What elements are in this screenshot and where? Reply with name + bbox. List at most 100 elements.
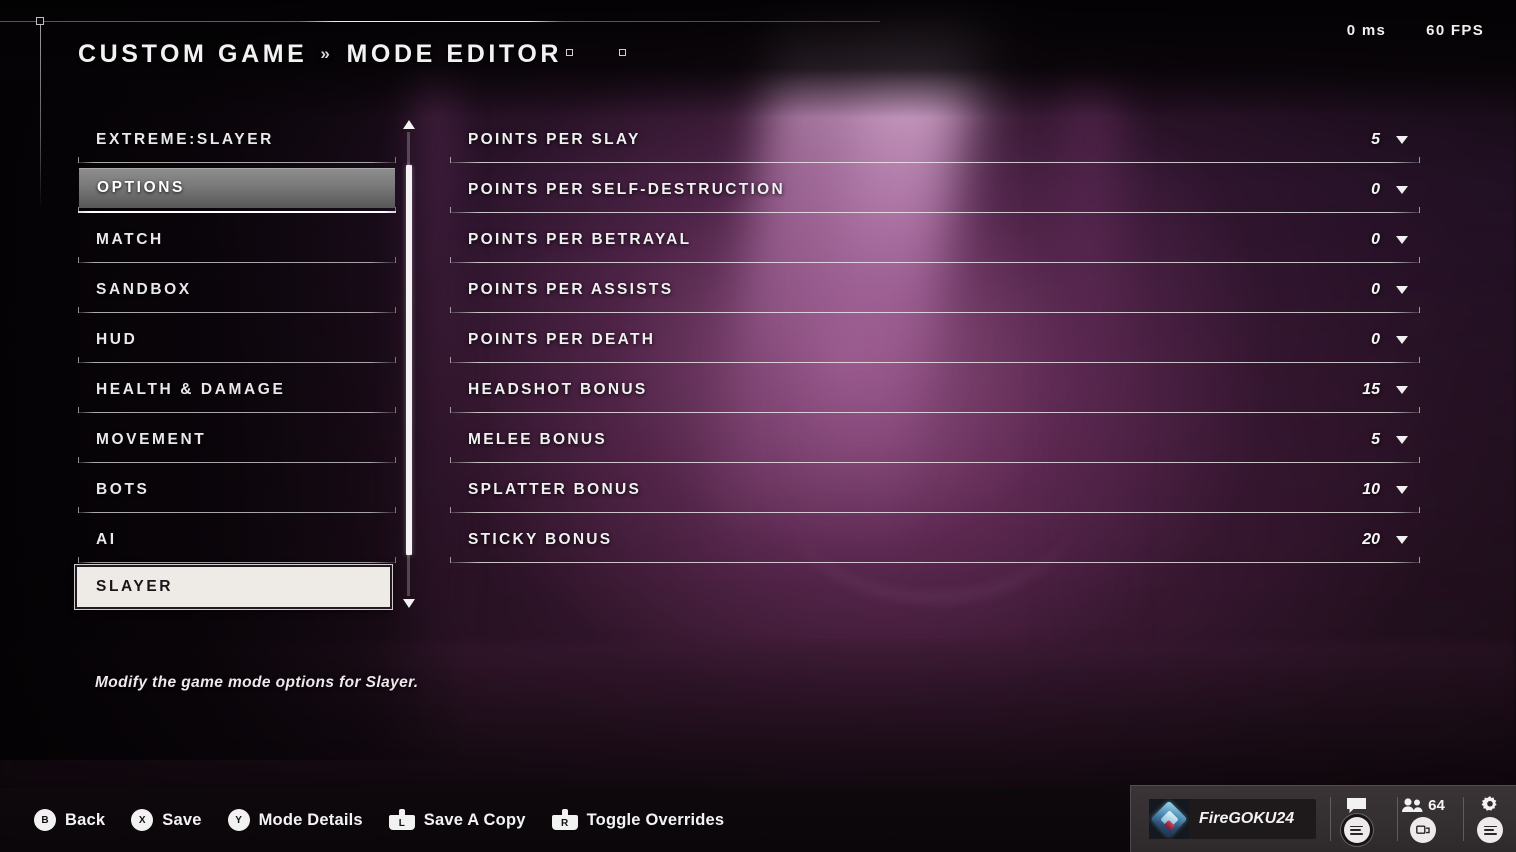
sidebar-item-hud[interactable]: HUD	[78, 318, 396, 368]
roster-icon	[1416, 825, 1431, 834]
option-row-melee-bonus[interactable]: MELEE BONUS 5	[450, 418, 1420, 468]
scroll-down-arrow-icon[interactable]	[403, 599, 415, 608]
sidebar-item-sandbox[interactable]: SANDBOX	[78, 268, 396, 318]
option-row-headshot-bonus[interactable]: HEADSHOT BONUS 15	[450, 368, 1420, 418]
sidebar-item-divider	[78, 507, 396, 513]
gamertag: FireGOKU24	[1199, 810, 1295, 827]
page-indicator-square-2	[619, 49, 626, 56]
sidebar-item-options[interactable]: OPTIONS	[78, 168, 396, 218]
sidebar-scrollbar[interactable]	[402, 120, 416, 608]
option-row-sticky-bonus[interactable]: STICKY BONUS 20	[450, 518, 1420, 568]
button-b-icon: B	[34, 809, 56, 831]
action-toggle-overrides[interactable]: R Toggle Overrides	[551, 809, 725, 831]
sidebar-item-divider	[78, 357, 396, 363]
options-list[interactable]: POINTS PER SLAY 5 POINTS PER SELF-DESTRU…	[450, 118, 1420, 568]
sidebar-item-label: MATCH	[96, 231, 164, 248]
breadcrumb-root[interactable]: CUSTOM GAME	[78, 40, 307, 69]
action-label: Toggle Overrides	[586, 810, 725, 829]
option-label: POINTS PER SELF-DESTRUCTION	[468, 181, 786, 198]
sidebar-item-label: MOVEMENT	[96, 431, 207, 448]
sidebar-item-label: OPTIONS	[97, 179, 185, 196]
chat-icon	[1347, 795, 1367, 815]
option-divider	[450, 457, 1420, 463]
friends-cell[interactable]: 64	[1398, 795, 1450, 843]
sidebar-item-extreme-slayer[interactable]: EXTREME:SLAYER	[78, 118, 396, 168]
option-label: POINTS PER DEATH	[468, 331, 656, 348]
action-label: Save	[162, 810, 202, 829]
latency-value: 0 ms	[1346, 22, 1387, 39]
header-page-indicators	[566, 49, 626, 56]
sidebar-item-divider	[78, 207, 396, 213]
category-description: Modify the game mode options for Slayer.	[95, 674, 419, 691]
action-save-a-copy[interactable]: L Save A Copy	[388, 809, 526, 831]
option-row-points-per-betrayal[interactable]: POINTS PER BETRAYAL 0	[450, 218, 1420, 268]
button-prompts: B Back X Save Y Mode Details L Save A Co…	[0, 809, 724, 831]
option-divider	[450, 557, 1420, 563]
sidebar-item-label: SLAYER	[96, 578, 174, 595]
breadcrumb-separator-icon: »	[320, 43, 334, 63]
header-vertical-rule	[40, 21, 41, 206]
trigger-cap-label: R	[551, 815, 578, 830]
option-divider	[450, 157, 1420, 163]
option-value: 15	[1362, 381, 1380, 398]
sidebar-item-movement[interactable]: MOVEMENT	[78, 418, 396, 468]
option-row-splatter-bonus[interactable]: SPLATTER BONUS 10	[450, 468, 1420, 518]
trigger-l-icon: L	[388, 809, 415, 831]
chevron-down-icon[interactable]	[1396, 186, 1408, 194]
sidebar-item-bots[interactable]: BOTS	[78, 468, 396, 518]
chevron-down-icon[interactable]	[1396, 436, 1408, 444]
chevron-down-icon[interactable]	[1396, 386, 1408, 394]
friends-icon	[1402, 798, 1423, 812]
settings-cell[interactable]	[1464, 795, 1516, 843]
option-value: 20	[1362, 531, 1380, 548]
friends-group: 64	[1402, 795, 1445, 815]
framerate-value: 60 FPS	[1426, 22, 1484, 39]
option-divider	[450, 357, 1420, 363]
option-row-points-per-assists[interactable]: POINTS PER ASSISTS 0	[450, 268, 1420, 318]
sidebar-item-divider	[78, 557, 396, 563]
sidebar-item-label: HEALTH & DAMAGE	[96, 381, 286, 398]
scroll-up-arrow-icon[interactable]	[403, 120, 415, 129]
sidebar-item-label: EXTREME:SLAYER	[96, 131, 274, 148]
chevron-down-icon[interactable]	[1396, 536, 1408, 544]
sidebar-item-slayer[interactable]: SLAYER	[75, 565, 396, 620]
sidebar-item-ai[interactable]: AI	[78, 518, 396, 568]
option-row-points-per-self-destruction[interactable]: POINTS PER SELF-DESTRUCTION 0	[450, 168, 1420, 218]
page-indicator-square-1	[566, 49, 573, 56]
player-identity[interactable]: FireGOKU24	[1149, 799, 1317, 839]
header: CUSTOM GAME » MODE EDITOR 0 ms 60 FPS	[0, 0, 1516, 206]
chevron-down-icon[interactable]	[1396, 486, 1408, 494]
chat-menu-button[interactable]	[1343, 817, 1370, 843]
sidebar-item-match[interactable]: MATCH	[78, 218, 396, 268]
option-row-points-per-slay[interactable]: POINTS PER SLAY 5	[450, 118, 1420, 168]
roster-button[interactable]	[1410, 817, 1437, 843]
option-label: HEADSHOT BONUS	[468, 381, 648, 398]
player-card[interactable]: FireGOKU24 64	[1130, 785, 1516, 852]
sidebar-item-divider	[78, 407, 396, 413]
chevron-down-icon[interactable]	[1396, 236, 1408, 244]
scrollbar-thumb[interactable]	[405, 165, 412, 555]
button-y-icon: Y	[227, 809, 250, 831]
header-corner-node	[36, 17, 44, 25]
sidebar-item-health-and-damage[interactable]: HEALTH & DAMAGE	[78, 368, 396, 418]
settings-menu-button[interactable]	[1477, 817, 1504, 843]
action-back[interactable]: B Back	[34, 809, 105, 831]
action-label: Save A Copy	[423, 810, 526, 829]
category-list[interactable]: EXTREME:SLAYER OPTIONS MATCH SANDBOX HUD…	[75, 118, 396, 620]
chevron-down-icon[interactable]	[1396, 136, 1408, 144]
option-value: 0	[1371, 181, 1380, 198]
page-title: MODE EDITOR	[346, 40, 563, 68]
option-value: 10	[1362, 481, 1380, 498]
action-mode-details[interactable]: Y Mode Details	[227, 809, 363, 831]
breadcrumb: CUSTOM GAME » MODE EDITOR	[78, 40, 562, 69]
option-value: 0	[1371, 331, 1380, 348]
chat-cell[interactable]	[1331, 795, 1383, 843]
menu-lines-icon	[1483, 825, 1497, 835]
option-row-points-per-death[interactable]: POINTS PER DEATH 0	[450, 318, 1420, 368]
performance-readout: 0 ms 60 FPS	[1347, 22, 1484, 39]
chevron-down-icon[interactable]	[1396, 286, 1408, 294]
sidebar-item-label: BOTS	[96, 481, 150, 498]
sidebar-item-divider	[78, 457, 396, 463]
chevron-down-icon[interactable]	[1396, 336, 1408, 344]
action-save[interactable]: X Save	[131, 809, 201, 831]
